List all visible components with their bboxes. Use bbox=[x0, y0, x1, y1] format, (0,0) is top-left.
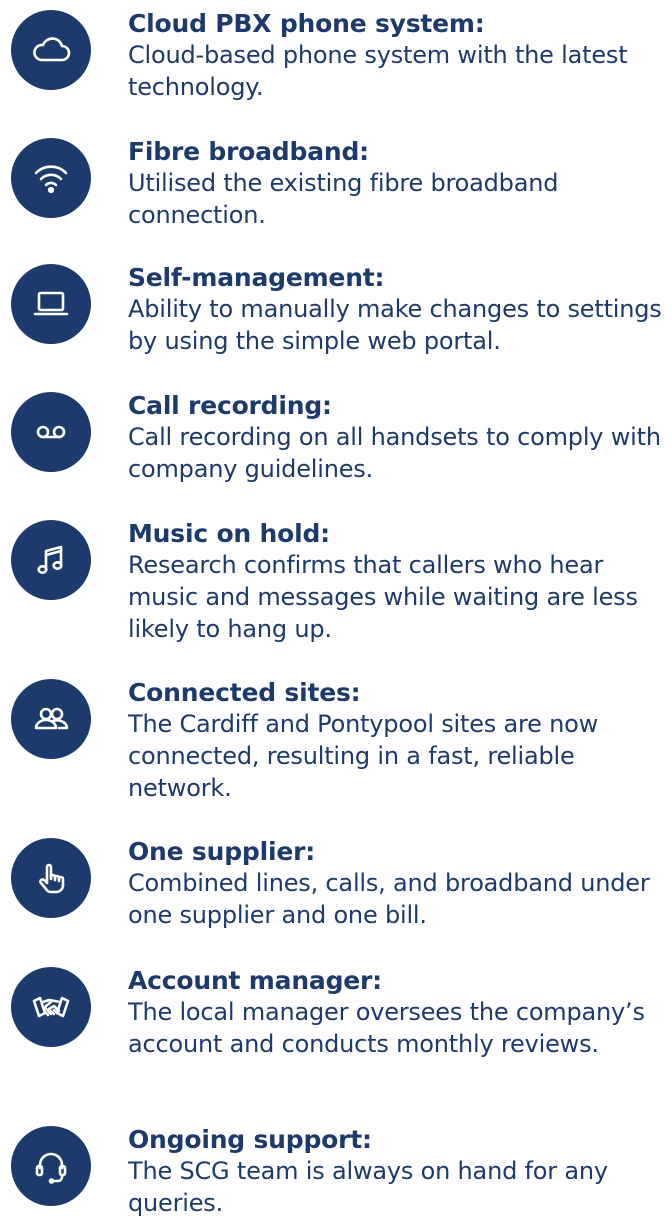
laptop-icon bbox=[33, 291, 69, 316]
music-note-icon bbox=[37, 545, 63, 574]
feature-text: Fibre broadband: Utilised the existing f… bbox=[128, 136, 668, 231]
music-note-icon-badge bbox=[11, 520, 91, 600]
feature-description: Research confirms that callers who hear … bbox=[128, 551, 638, 643]
laptop-icon-badge bbox=[11, 264, 91, 344]
feature-description: Ability to manually make changes to sett… bbox=[128, 295, 662, 355]
users-icon bbox=[34, 707, 69, 730]
feature-text: One supplier: Combined lines, calls, and… bbox=[128, 836, 668, 931]
voicemail-icon-badge bbox=[11, 392, 91, 472]
feature-description: Combined lines, calls, and broadband und… bbox=[128, 869, 650, 929]
feature-title: Self-management: bbox=[128, 263, 385, 292]
pointing-hand-icon-badge bbox=[11, 838, 91, 918]
feature-title: One supplier: bbox=[128, 837, 315, 866]
pointing-hand-icon bbox=[39, 863, 65, 894]
feature-description: The SCG team is always on hand for any q… bbox=[128, 1157, 608, 1217]
wifi-icon-badge bbox=[11, 138, 91, 218]
feature-title: Ongoing support: bbox=[128, 1125, 372, 1154]
feature-text: Music on hold: Research confirms that ca… bbox=[128, 518, 668, 645]
headset-icon-badge bbox=[11, 1126, 91, 1206]
handshake-icon bbox=[32, 996, 70, 1018]
voicemail-icon bbox=[36, 425, 66, 439]
feature-title: Fibre broadband: bbox=[128, 137, 369, 166]
wifi-icon bbox=[34, 165, 68, 194]
headset-icon bbox=[35, 1152, 67, 1184]
feature-text: Cloud PBX phone system: Cloud-based phon… bbox=[128, 8, 668, 103]
feature-text: Ongoing support: The SCG team is always … bbox=[128, 1124, 668, 1219]
feature-text: Call recording: Call recording on all ha… bbox=[128, 390, 668, 485]
handshake-icon-badge bbox=[11, 967, 91, 1047]
feature-description: Call recording on all handsets to comply… bbox=[128, 423, 661, 483]
feature-title: Connected sites: bbox=[128, 678, 361, 707]
feature-text: Self-management: Ability to manually mak… bbox=[128, 262, 668, 357]
feature-description: Utilised the existing fibre broadband co… bbox=[128, 169, 559, 229]
cloud-icon-badge bbox=[11, 10, 91, 90]
users-icon-badge bbox=[11, 679, 91, 759]
cloud-icon bbox=[33, 37, 71, 62]
feature-text: Account manager: The local manager overs… bbox=[128, 965, 668, 1060]
feature-text: Connected sites: The Cardiff and Pontypo… bbox=[128, 677, 668, 804]
feature-title: Music on hold: bbox=[128, 519, 330, 548]
feature-description: The local manager oversees the company’s… bbox=[128, 998, 645, 1058]
feature-description: The Cardiff and Pontypool sites are now … bbox=[128, 710, 599, 802]
feature-description: Cloud-based phone system with the latest… bbox=[128, 41, 628, 101]
feature-title: Account manager: bbox=[128, 966, 382, 995]
feature-title: Call recording: bbox=[128, 391, 332, 420]
feature-title: Cloud PBX phone system: bbox=[128, 9, 485, 38]
